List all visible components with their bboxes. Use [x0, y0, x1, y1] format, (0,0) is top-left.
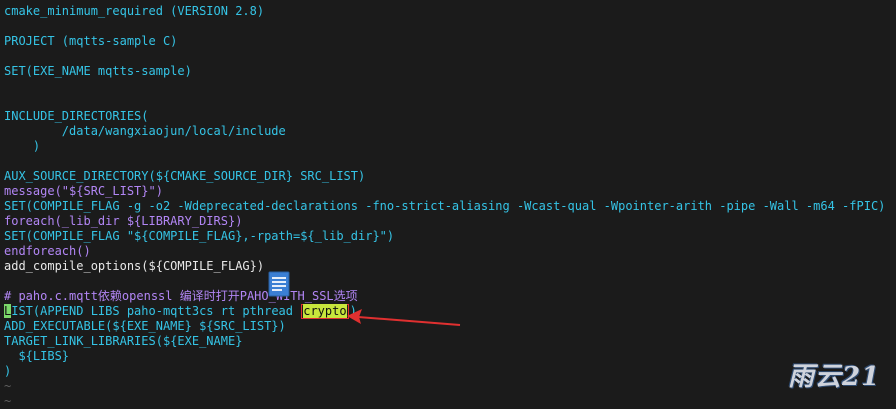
code-line-10: foreach(_lib_dir ${LIBRARY_DIRS})	[4, 214, 243, 228]
code-line-13: add_compile_options(${COMPILE_FLAG})	[4, 259, 265, 273]
code-line-17: TARGET_LINK_LIBRARIES(${EXE_NAME}	[4, 334, 243, 348]
code-line-7: AUX_SOURCE_DIRECTORY(${CMAKE_SOURCE_DIR}…	[4, 169, 366, 183]
code-line-4: INCLUDE_DIRECTORIES(	[4, 109, 149, 123]
watermark-logo: 雨云21	[788, 362, 881, 392]
code-line-19: )	[4, 364, 12, 378]
document-icon	[268, 271, 290, 297]
code-line-3: SET(EXE_NAME mqtts-sample)	[4, 64, 192, 78]
code-editor[interactable]: cmake_minimum_required (VERSION 2.8) PRO…	[0, 0, 896, 409]
code-line-list-append-main: IST(APPEND LIBS paho-mqtt3cs rt pthread	[11, 304, 301, 318]
code-comment-line: # paho.c.mqtt依赖openssl 编译时打开PAHO_WITH_SS…	[4, 289, 358, 303]
empty-line-tilde: ~	[4, 394, 12, 408]
code-line-12: endforeach()	[4, 244, 91, 258]
code-line-16: ADD_EXECUTABLE(${EXE_NAME} ${SRC_LIST})	[4, 319, 286, 333]
code-line-1: cmake_minimum_required (VERSION 2.8)	[4, 4, 265, 18]
red-arrow-icon	[347, 309, 461, 326]
code-line-18: ${LIBS}	[4, 349, 70, 363]
code-line-8: message("${SRC_LIST}")	[4, 184, 163, 198]
code-line-list-append: LIST(APPEND LIBS paho-mqtt3cs rt pthread…	[4, 304, 357, 319]
crypto-token: crypto	[303, 304, 347, 318]
empty-line-tilde: ~	[4, 379, 12, 393]
crypto-highlight-box: crypto	[301, 304, 349, 319]
code-line-2: PROJECT (mqtts-sample C)	[4, 34, 178, 48]
code-line-9: SET(COMPILE_FLAG -g -o2 -Wdeprecated-dec…	[4, 199, 886, 213]
code-line-6: )	[4, 139, 41, 153]
code-line-5: /data/wangxiaojun/local/include	[4, 124, 286, 138]
code-line-11: SET(COMPILE_FLAG "${COMPILE_FLAG},-rpath…	[4, 229, 395, 243]
